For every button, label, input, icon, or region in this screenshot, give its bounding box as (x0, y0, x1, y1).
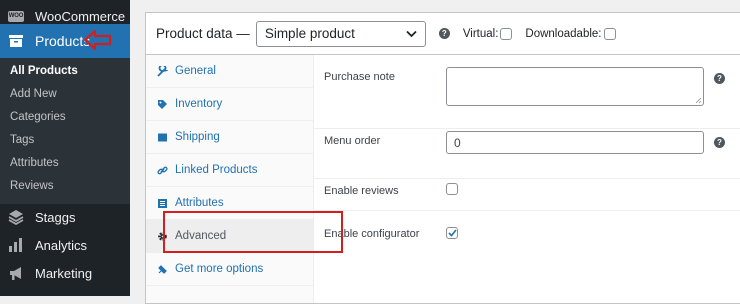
tab-inventory[interactable]: Inventory (146, 88, 313, 121)
truck-icon (156, 132, 168, 143)
enable-reviews-checkbox[interactable] (446, 183, 458, 195)
enable-reviews-row: Enable reviews (314, 178, 740, 211)
tab-label: General (175, 65, 216, 77)
enable-configurator-checkbox[interactable] (446, 227, 458, 239)
admin-sidebar: WOO WooCommerce Products All Products Ad… (0, 0, 130, 296)
submenu-categories[interactable]: Categories (10, 111, 66, 123)
submenu-tags[interactable]: Tags (10, 134, 34, 146)
megaphone-icon (7, 264, 25, 282)
bar-chart-icon (7, 236, 25, 254)
link-icon (156, 165, 168, 176)
product-data-header: Product data — Simple product ? Virtual:… (146, 13, 740, 55)
layers-icon (7, 208, 25, 226)
enable-configurator-row: Enable configurator (314, 210, 740, 258)
submenu-all-products[interactable]: All Products (10, 65, 78, 77)
purchase-note-row: Purchase note ? (314, 55, 740, 129)
highlight-annotation-box (163, 211, 343, 253)
menu-order-value: 0 (454, 136, 461, 150)
sidebar-item-label: Staggs (35, 209, 76, 225)
tab-label: Linked Products (175, 164, 258, 176)
checkmark-icon (447, 229, 457, 237)
tab-get-more-options[interactable]: Get more options (146, 253, 313, 286)
enable-reviews-label: Enable reviews (324, 185, 399, 197)
chevron-down-icon (406, 30, 417, 37)
tab-label: Inventory (175, 98, 223, 110)
submenu-attributes[interactable]: Attributes (10, 157, 59, 169)
product-data-tabs: General Inventory Shipping Linked Produc… (146, 55, 314, 303)
sidebar-item-label: Marketing (35, 265, 93, 281)
woocommerce-icon: WOO (7, 7, 25, 25)
sidebar-item-label: Products (35, 33, 91, 49)
tab-label: Shipping (175, 131, 220, 143)
help-icon[interactable]: ? (714, 137, 725, 148)
red-arrow-annotation (83, 29, 112, 51)
sidebar-item-label: WooCommerce (35, 8, 126, 24)
menu-order-row: Menu order 0 ? (314, 128, 740, 179)
archive-box-icon (7, 32, 25, 50)
help-icon[interactable]: ? (714, 73, 725, 84)
resize-handle-icon (695, 97, 702, 104)
submenu-reviews[interactable]: Reviews (10, 180, 53, 192)
product-data-panel: Product data — Simple product ? Virtual:… (145, 12, 740, 304)
downloadable-label: Downloadable: (525, 27, 602, 40)
product-data-title: Product data — (156, 26, 250, 41)
tab-shipping[interactable]: Shipping (146, 121, 313, 154)
list-icon (156, 198, 168, 209)
wrench-icon (156, 65, 168, 77)
purchase-note-label: Purchase note (324, 71, 395, 83)
menu-order-label: Menu order (324, 135, 381, 147)
menu-order-input[interactable]: 0 (446, 131, 704, 154)
help-icon[interactable]: ? (438, 28, 450, 39)
product-type-select[interactable]: Simple product (255, 20, 426, 47)
submenu-add-new[interactable]: Add New (10, 88, 57, 100)
virtual-label: Virtual: (462, 27, 499, 40)
sidebar-item-label: Analytics (35, 237, 88, 253)
sidebar-item-marketing[interactable]: Marketing (0, 257, 130, 289)
advanced-fields: Purchase note ? Menu order 0 ? Enable re… (314, 55, 740, 303)
tab-label: Attributes (175, 197, 224, 209)
products-submenu: All Products Add New Categories Tags Att… (0, 58, 130, 204)
purchase-note-textarea[interactable] (446, 67, 704, 106)
downloadable-checkbox[interactable] (603, 27, 616, 40)
tab-general[interactable]: General (146, 55, 313, 88)
tag-icon (156, 99, 168, 110)
virtual-checkbox[interactable] (500, 27, 513, 40)
tab-linked-products[interactable]: Linked Products (146, 154, 313, 187)
tab-label: Get more options (175, 263, 264, 275)
plugin-icon (156, 264, 168, 275)
product-type-value: Simple product (264, 26, 355, 41)
